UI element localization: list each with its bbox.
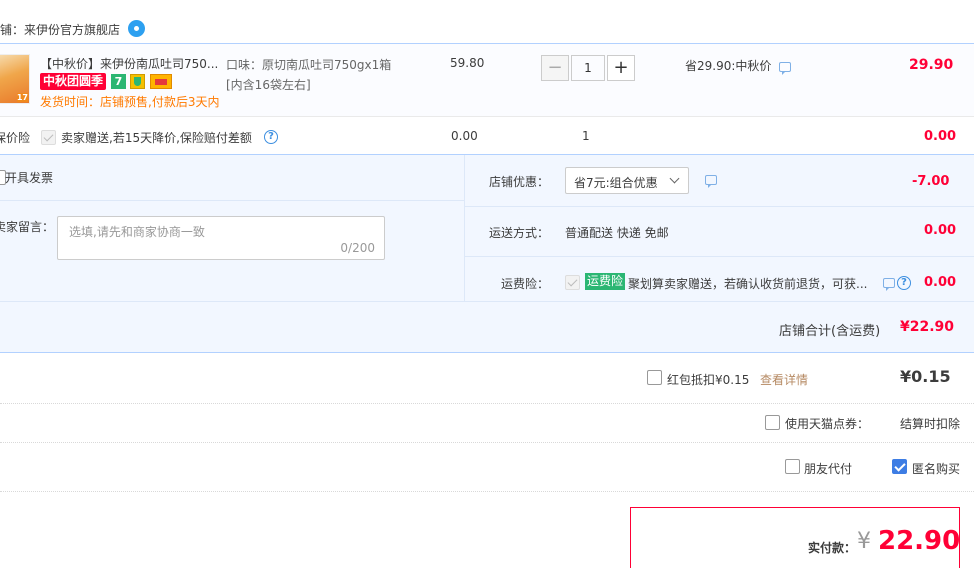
- shop-total-label: 店铺合计(含运费): [779, 324, 881, 339]
- freight-insurance-amount: 0.00: [924, 275, 957, 290]
- freight-insurance-label: 运费险：: [501, 277, 550, 291]
- friend-pay-checkbox[interactable]: [785, 459, 800, 474]
- price-protection-desc: 卖家赠送,若15天降价,保险赔付差额: [61, 131, 252, 145]
- payable-summary-box: 实付款： ¥ 22.90: [630, 507, 960, 568]
- freight-insurance-checkbox[interactable]: [565, 275, 580, 290]
- divider: [0, 403, 974, 404]
- seven-day-return-icon[interactable]: 7: [111, 74, 126, 89]
- anonymous-purchase-label: 匿名购买: [912, 462, 961, 476]
- divider: [464, 155, 465, 301]
- anonymous-purchase-checkbox[interactable]: [892, 459, 907, 474]
- store-discount-amount: -7.00: [912, 174, 950, 189]
- chat-icon[interactable]: [705, 175, 717, 188]
- divider: [465, 256, 974, 257]
- chat-icon[interactable]: [779, 62, 791, 75]
- shop-total-value: ¥22.90: [900, 319, 955, 335]
- help-icon[interactable]: ?: [264, 130, 278, 144]
- message-label: 卖家留言：: [0, 220, 55, 234]
- payable-label: 实付款：: [808, 541, 857, 555]
- price-protection-label: 保价险: [0, 131, 31, 145]
- shipping-amount: 0.00: [924, 223, 957, 238]
- price-protection-price: 0.00: [451, 129, 478, 143]
- store-discount-value: 省7元:组合优惠: [574, 176, 658, 190]
- freight-insurance-desc: 聚划算卖家赠送，若确认收货前退货，可获...: [628, 277, 868, 291]
- unit-price: 59.80: [450, 56, 485, 70]
- help-icon[interactable]: ?: [897, 276, 911, 290]
- price-protection-qty: 1: [582, 129, 590, 143]
- product-title-link[interactable]: 【中秋价】来伊份南瓜吐司750...: [40, 55, 218, 72]
- seller-message-placeholder: 选填,请先和商家协商一致: [69, 225, 205, 239]
- shield-icon[interactable]: [130, 74, 145, 89]
- item-saving: 省29.90:中秋价: [685, 59, 772, 73]
- card-icon[interactable]: [150, 74, 172, 89]
- quantity-decrease-button[interactable]: −: [541, 55, 569, 81]
- quantity-input[interactable]: 1: [571, 55, 605, 81]
- seller-message-input[interactable]: 选填,请先和商家协商一致 0/200: [57, 216, 385, 260]
- chat-icon[interactable]: [883, 278, 895, 291]
- tmall-points-value: 结算时扣除: [900, 417, 961, 431]
- divider: [465, 206, 974, 207]
- delivery-time-note: 发货时间：店铺预售,付款后3天内: [40, 95, 220, 109]
- store-discount-label: 店铺优惠：: [489, 175, 550, 189]
- product-thumbnail[interactable]: 17: [0, 54, 30, 104]
- message-counter: 0/200: [340, 241, 375, 255]
- divider: [0, 116, 974, 117]
- red-packet-value: ¥0.15: [900, 367, 951, 386]
- wangwang-icon[interactable]: [128, 20, 145, 37]
- quantity-increase-button[interactable]: +: [607, 55, 635, 81]
- divider: [0, 491, 974, 492]
- spec-note: [内含16袋左右]: [226, 78, 311, 92]
- chevron-down-icon: [669, 173, 680, 184]
- friend-pay-label: 朋友代付: [804, 462, 853, 476]
- mid-autumn-badge: 中秋团圆季: [40, 73, 107, 90]
- shipping-method: 普通配送 快递 免邮: [565, 226, 669, 240]
- payable-amount: 22.90: [878, 526, 961, 556]
- price-protection-amount: 0.00: [924, 129, 957, 144]
- red-packet-details-link[interactable]: 查看详情: [760, 371, 808, 388]
- tmall-points-label: 使用天猫点券：: [785, 417, 870, 431]
- red-packet-label: 红包抵扣¥0.15: [667, 373, 750, 387]
- red-packet-checkbox[interactable]: [647, 370, 662, 385]
- price-protection-checkbox[interactable]: [41, 130, 56, 145]
- tmall-points-checkbox[interactable]: [765, 415, 780, 430]
- invoice-label[interactable]: 开具发票: [5, 169, 53, 186]
- shop-name[interactable]: 店铺：来伊份官方旗舰店: [0, 21, 120, 38]
- payable-currency: ¥: [857, 529, 871, 554]
- item-subtotal: 29.90: [909, 57, 954, 73]
- store-discount-select[interactable]: 省7元:组合优惠: [565, 167, 689, 194]
- freight-insurance-tag: 运费险: [585, 273, 626, 290]
- divider: [0, 301, 974, 302]
- shipping-label: 运送方式：: [489, 226, 550, 240]
- divider: [0, 200, 464, 201]
- spec-flavor: 口味：原切南瓜吐司750gx1箱: [226, 58, 392, 72]
- divider: [0, 442, 974, 443]
